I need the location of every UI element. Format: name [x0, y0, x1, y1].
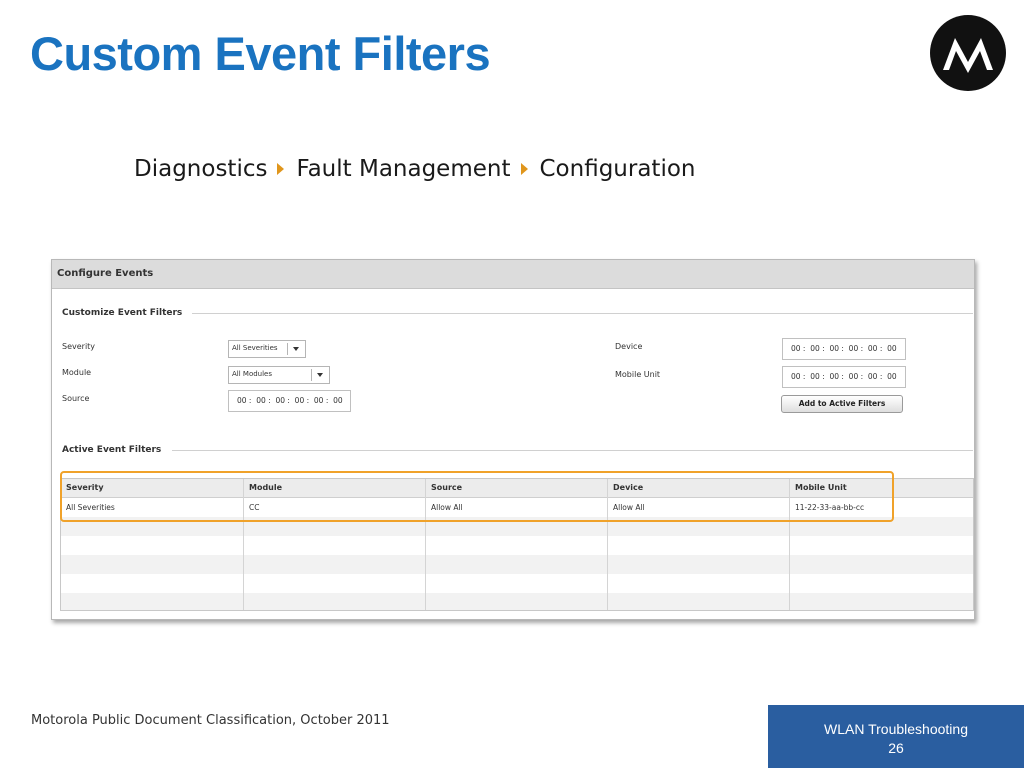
- section-divider: [192, 313, 973, 314]
- module-select-value: All Modules: [232, 370, 273, 378]
- table-row-empty: [61, 555, 973, 574]
- breadcrumb-arrow-icon: [520, 163, 528, 175]
- table-row-empty: [61, 574, 973, 593]
- breadcrumb-diagnostics: Diagnostics: [134, 156, 268, 182]
- module-select[interactable]: All Modules: [228, 366, 330, 384]
- device-mac-input[interactable]: 00 : 00 : 00 : 00 : 00 : 00: [782, 338, 906, 360]
- device-label: Device: [615, 342, 643, 351]
- severity-select[interactable]: All Severities: [228, 340, 306, 358]
- module-label: Module: [62, 368, 92, 377]
- severity-label: Severity: [62, 342, 96, 351]
- breadcrumb-arrow-icon: [277, 163, 285, 175]
- table-row-empty: [61, 536, 973, 555]
- mobile-unit-mac-input[interactable]: 00 : 00 : 00 : 00 : 00 : 00: [782, 366, 906, 388]
- panel-title: Configure Events: [57, 268, 154, 279]
- breadcrumb: Diagnostics Fault Management Configurati…: [134, 156, 695, 182]
- table-row-empty: [61, 593, 973, 610]
- source-mac-input[interactable]: 00 : 00 : 00 : 00 : 00 : 00: [228, 390, 351, 412]
- section-divider: [172, 450, 973, 451]
- active-section-title: Active Event Filters: [62, 445, 162, 455]
- footer-classification: Motorola Public Document Classification,…: [31, 713, 390, 728]
- source-label: Source: [62, 394, 90, 403]
- mobile-unit-label: Mobile Unit: [615, 370, 661, 379]
- chevron-down-icon: [293, 347, 299, 351]
- breadcrumb-configuration: Configuration: [539, 156, 696, 182]
- panel-header: [52, 260, 974, 289]
- footer-title: WLAN Troubleshooting: [824, 721, 968, 737]
- chevron-down-icon: [317, 373, 323, 377]
- motorola-logo-icon: [930, 15, 1006, 91]
- slide-title: Custom Event Filters: [30, 27, 491, 80]
- customize-section-title: Customize Event Filters: [62, 308, 183, 318]
- severity-select-value: All Severities: [232, 344, 278, 352]
- footer-box: WLAN Troubleshooting 26: [768, 705, 1024, 768]
- configure-events-panel: Configure Events Customize Event Filters…: [51, 259, 975, 620]
- highlight-box: [60, 471, 894, 522]
- page-number: 26: [888, 740, 904, 756]
- breadcrumb-fault-management: Fault Management: [296, 156, 511, 182]
- add-to-active-filters-button[interactable]: Add to Active Filters: [781, 395, 903, 413]
